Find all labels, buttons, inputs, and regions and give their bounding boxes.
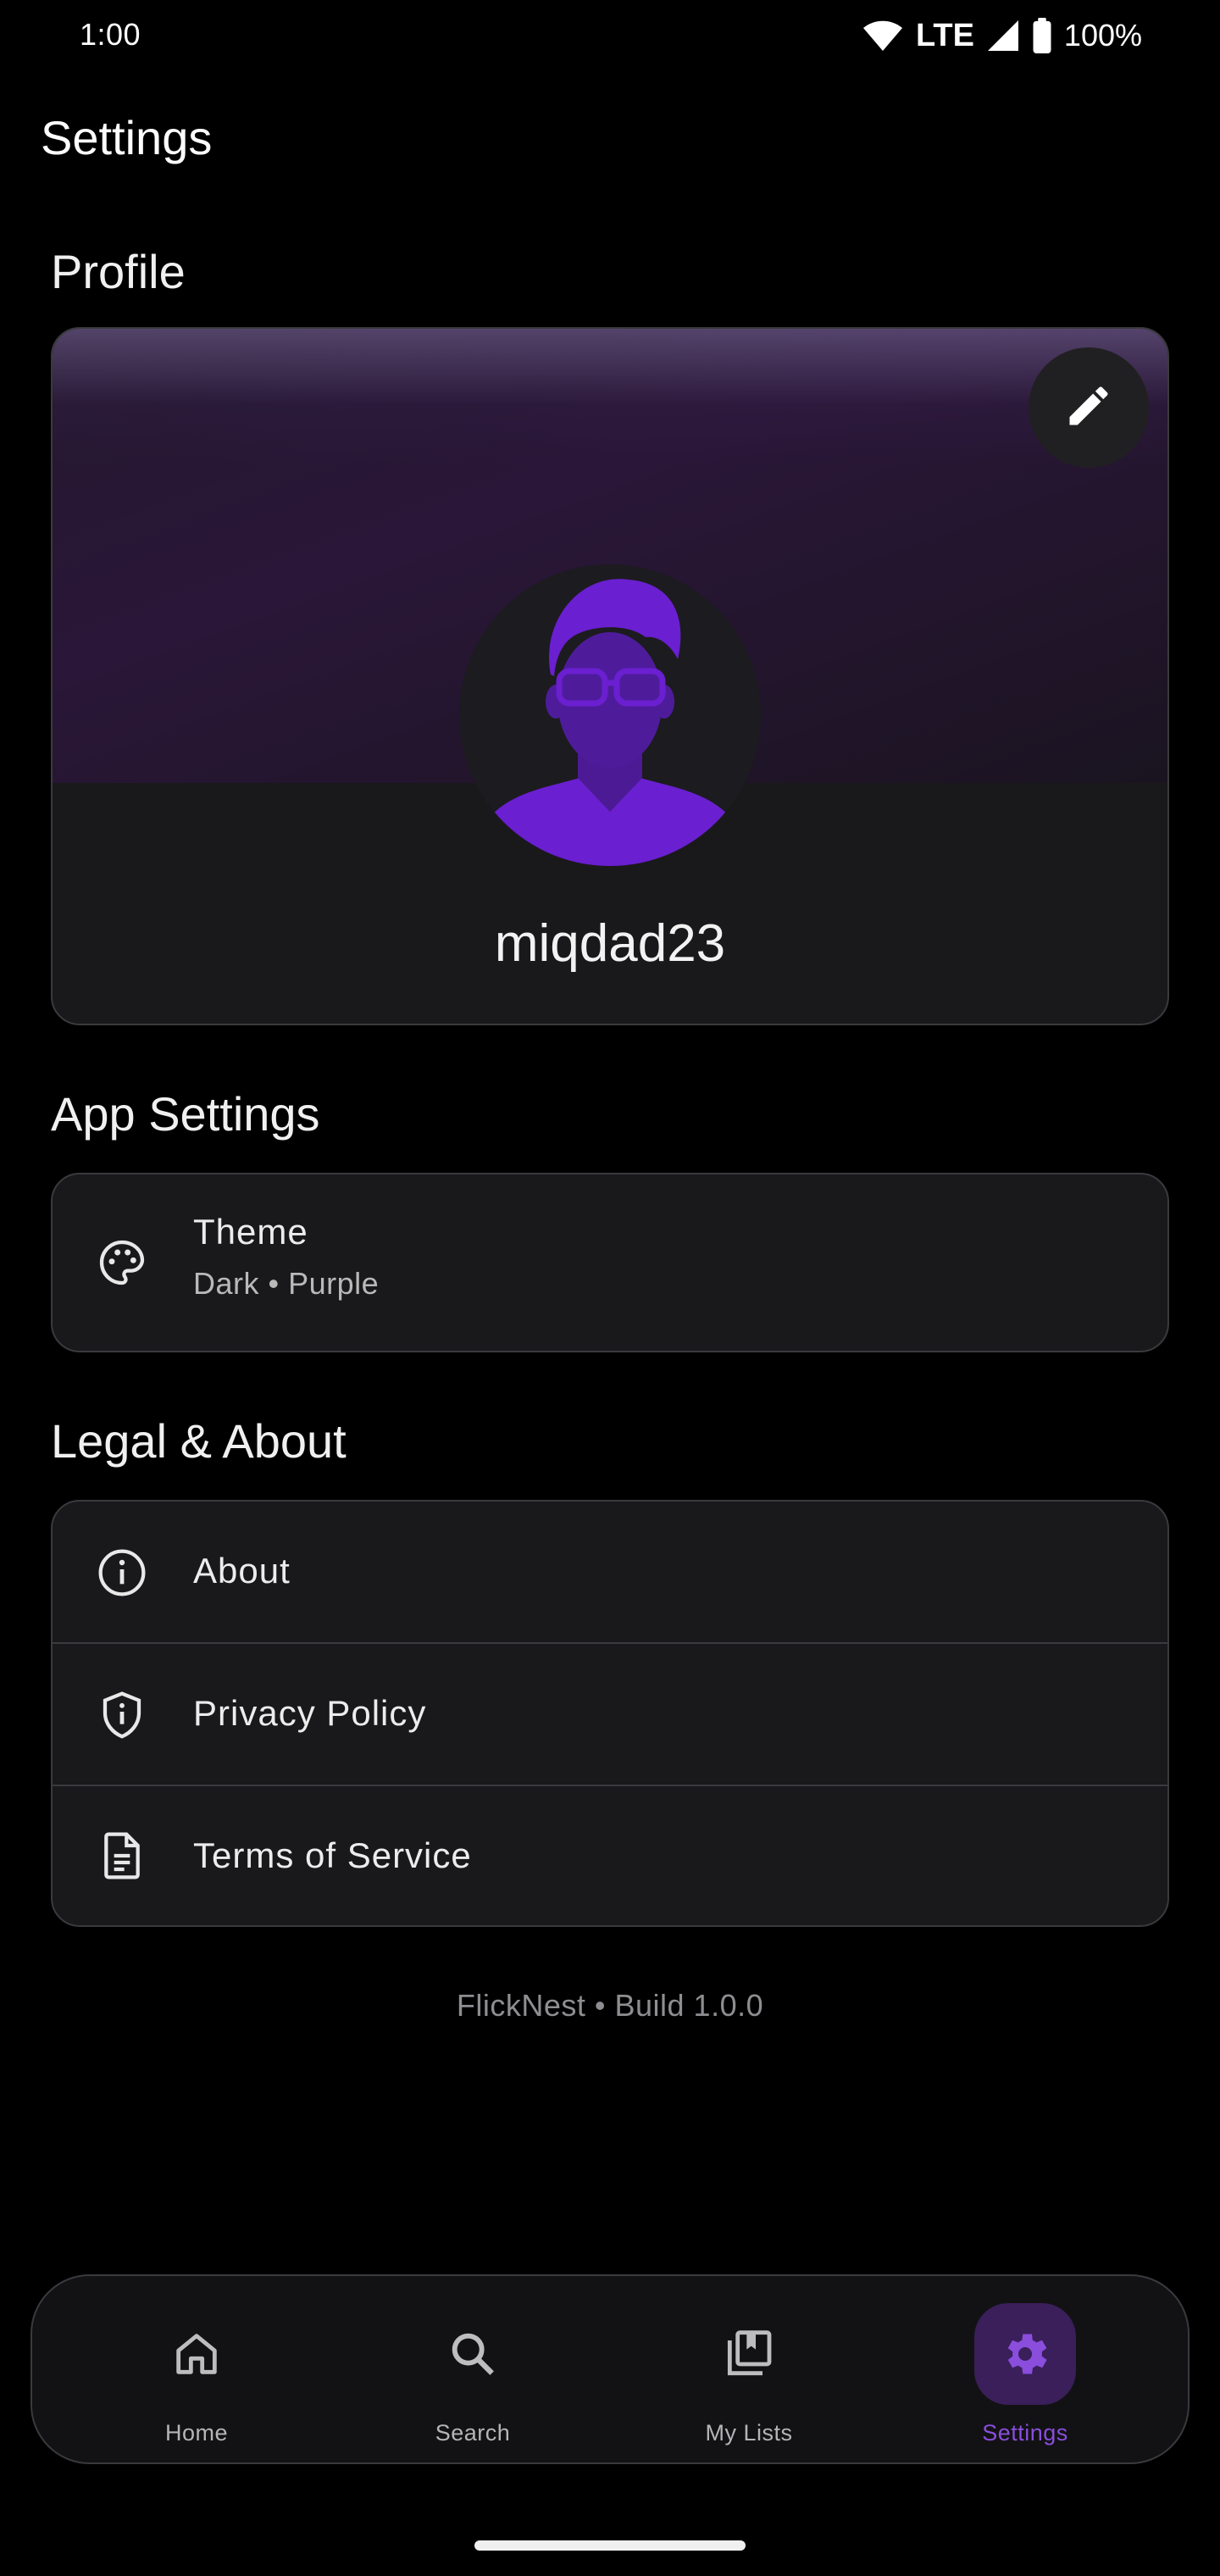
about-row[interactable]: About <box>53 1502 1167 1642</box>
profile-card: miqdad23 <box>51 327 1169 1025</box>
nav-settings-label: Settings <box>982 2420 1068 2446</box>
pencil-icon <box>1063 380 1114 436</box>
palette-icon <box>95 1235 149 1290</box>
terms-of-service-row[interactable]: Terms of Service <box>53 1785 1167 1925</box>
nav-my-lists[interactable]: My Lists <box>647 2276 851 2462</box>
status-time: 1:00 <box>80 17 141 52</box>
battery-percent: 100% <box>1063 18 1142 53</box>
info-icon <box>95 1546 149 1600</box>
wifi-icon <box>862 19 904 53</box>
theme-label: Theme <box>193 1212 308 1252</box>
app-settings-section-title: App Settings <box>51 1087 320 1141</box>
search-icon <box>422 2303 524 2405</box>
terms-of-service-label: Terms of Service <box>193 1835 472 1875</box>
home-indicator[interactable] <box>474 2540 746 2551</box>
legal-section-title: Legal & About <box>51 1414 347 1468</box>
theme-value: Dark • Purple <box>193 1266 380 1301</box>
status-icons: LTE 100% <box>862 14 1142 58</box>
nav-settings[interactable]: Settings <box>923 2276 1127 2462</box>
home-icon <box>146 2303 247 2405</box>
username: miqdad23 <box>494 914 726 973</box>
profile-section-title: Profile <box>51 245 186 298</box>
network-type: LTE <box>915 17 974 53</box>
edit-profile-button[interactable] <box>1029 347 1149 468</box>
cell-signal-icon <box>986 19 1020 53</box>
avatar-person-icon <box>459 564 761 866</box>
about-label: About <box>193 1551 291 1591</box>
gear-icon <box>974 2303 1076 2405</box>
bottom-navigation: Home Search My Lists Settings <box>30 2274 1190 2464</box>
privacy-policy-label: Privacy Policy <box>193 1693 427 1733</box>
nav-my-lists-label: My Lists <box>705 2420 793 2446</box>
status-bar: 1:00 LTE 100% <box>0 0 1220 71</box>
page-title: Settings <box>41 111 213 164</box>
avatar[interactable] <box>459 564 761 866</box>
nav-search[interactable]: Search <box>371 2276 574 2462</box>
shield-icon <box>95 1688 149 1742</box>
nav-home[interactable]: Home <box>95 2276 298 2462</box>
settings-screen: 1:00 LTE 100% Settings Profile miqdad23 … <box>0 0 1220 2576</box>
privacy-policy-row[interactable]: Privacy Policy <box>53 1642 1167 1785</box>
document-icon <box>95 1829 149 1883</box>
build-info: FlickNest • Build 1.0.0 <box>456 1988 764 2023</box>
battery-icon <box>1032 18 1052 53</box>
theme-card: Theme Dark • Purple <box>51 1173 1169 1352</box>
legal-card: About Privacy Policy Terms of Service <box>51 1500 1169 1927</box>
nav-home-label: Home <box>164 2420 229 2446</box>
library-icon <box>698 2303 800 2405</box>
nav-search-label: Search <box>435 2420 511 2446</box>
theme-row[interactable]: Theme Dark • Purple <box>53 1174 1167 1351</box>
